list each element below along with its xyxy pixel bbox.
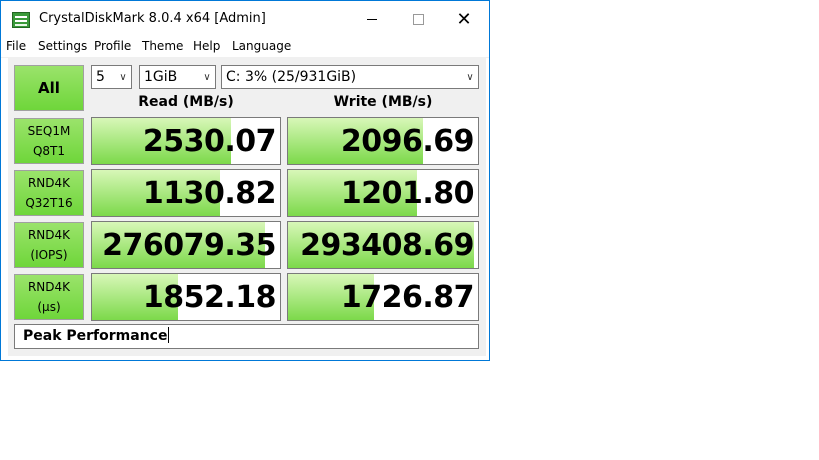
chevron-down-icon: ∨ [203, 71, 211, 83]
result-write-rnd4k-iops: 293408.69 [287, 221, 479, 269]
read-value: 1852.18 [142, 279, 277, 315]
minimize-button[interactable] [349, 1, 395, 38]
result-read-rnd4k-latency: 1852.18 [91, 273, 281, 321]
test-count-value: 5 [96, 69, 105, 85]
text-caret [168, 327, 170, 343]
drive-select[interactable]: C: 3% (25/931GiB) ∨ [221, 65, 479, 89]
chevron-down-icon: ∨ [466, 71, 474, 83]
comment-field[interactable]: Peak Performance [14, 324, 479, 349]
window-title: CrystalDiskMark 8.0.4 x64 [Admin] [39, 11, 266, 26]
app-icon [12, 12, 30, 28]
test-name: RND4K [27, 280, 71, 294]
chevron-down-icon: ∨ [119, 71, 127, 83]
menu-settings[interactable]: Settings [38, 39, 87, 53]
comment-text: Peak Performance [23, 328, 168, 344]
test-params: Q32T16 [25, 196, 73, 210]
test-params: (IOPS) [30, 248, 68, 262]
menu-theme[interactable]: Theme [142, 39, 183, 53]
close-button[interactable]: ✕ [441, 1, 487, 38]
title-bar[interactable]: CrystalDiskMark 8.0.4 x64 [Admin] ✕ [1, 1, 489, 38]
write-value: 1201.80 [340, 175, 475, 211]
menu-help[interactable]: Help [193, 39, 220, 53]
test-button-seq1m-q8t1[interactable]: SEQ1M Q8T1 [14, 118, 84, 164]
read-value: 276079.35 [102, 227, 276, 263]
test-button-rnd4k-latency[interactable]: RND4K (µs) [14, 274, 84, 320]
test-params: (µs) [37, 300, 61, 314]
write-value: 2096.69 [340, 123, 475, 159]
test-name: SEQ1M [27, 124, 71, 138]
test-count-select[interactable]: 5 ∨ [91, 65, 132, 89]
all-button[interactable]: All [14, 65, 84, 111]
test-size-value: 1GiB [144, 69, 178, 85]
maximize-button[interactable] [395, 1, 441, 38]
write-column-header: Write (MB/s) [333, 94, 433, 110]
close-icon: ✕ [456, 8, 472, 30]
result-write-seq1m: 2096.69 [287, 117, 479, 165]
read-value: 1130.82 [142, 175, 277, 211]
test-size-select[interactable]: 1GiB ∨ [139, 65, 216, 89]
read-value: 2530.07 [142, 123, 277, 159]
menu-bar: File Settings Profile Theme Help Languag… [1, 38, 489, 58]
menu-language[interactable]: Language [232, 39, 291, 53]
test-params: Q8T1 [32, 144, 66, 158]
write-value: 1726.87 [340, 279, 475, 315]
drive-value: C: 3% (25/931GiB) [226, 69, 357, 85]
result-write-rnd4k-q32t16: 1201.80 [287, 169, 479, 217]
test-name: RND4K [27, 228, 71, 242]
main-panel: All 5 ∨ 1GiB ∨ C: 3% (25/931GiB) ∨ Read … [8, 58, 486, 356]
read-column-header: Read (MB/s) [138, 94, 234, 110]
minimize-icon [367, 19, 377, 20]
maximize-icon [412, 14, 424, 25]
result-write-rnd4k-latency: 1726.87 [287, 273, 479, 321]
test-button-rnd4k-q32t16[interactable]: RND4K Q32T16 [14, 170, 84, 216]
test-button-rnd4k-iops[interactable]: RND4K (IOPS) [14, 222, 84, 268]
menu-file[interactable]: File [6, 39, 26, 53]
result-read-rnd4k-q32t16: 1130.82 [91, 169, 281, 217]
write-value: 293408.69 [300, 227, 474, 263]
menu-profile[interactable]: Profile [94, 39, 131, 53]
result-read-rnd4k-iops: 276079.35 [91, 221, 281, 269]
app-window: CrystalDiskMark 8.0.4 x64 [Admin] ✕ File… [0, 0, 490, 361]
result-read-seq1m: 2530.07 [91, 117, 281, 165]
test-name: RND4K [27, 176, 71, 190]
